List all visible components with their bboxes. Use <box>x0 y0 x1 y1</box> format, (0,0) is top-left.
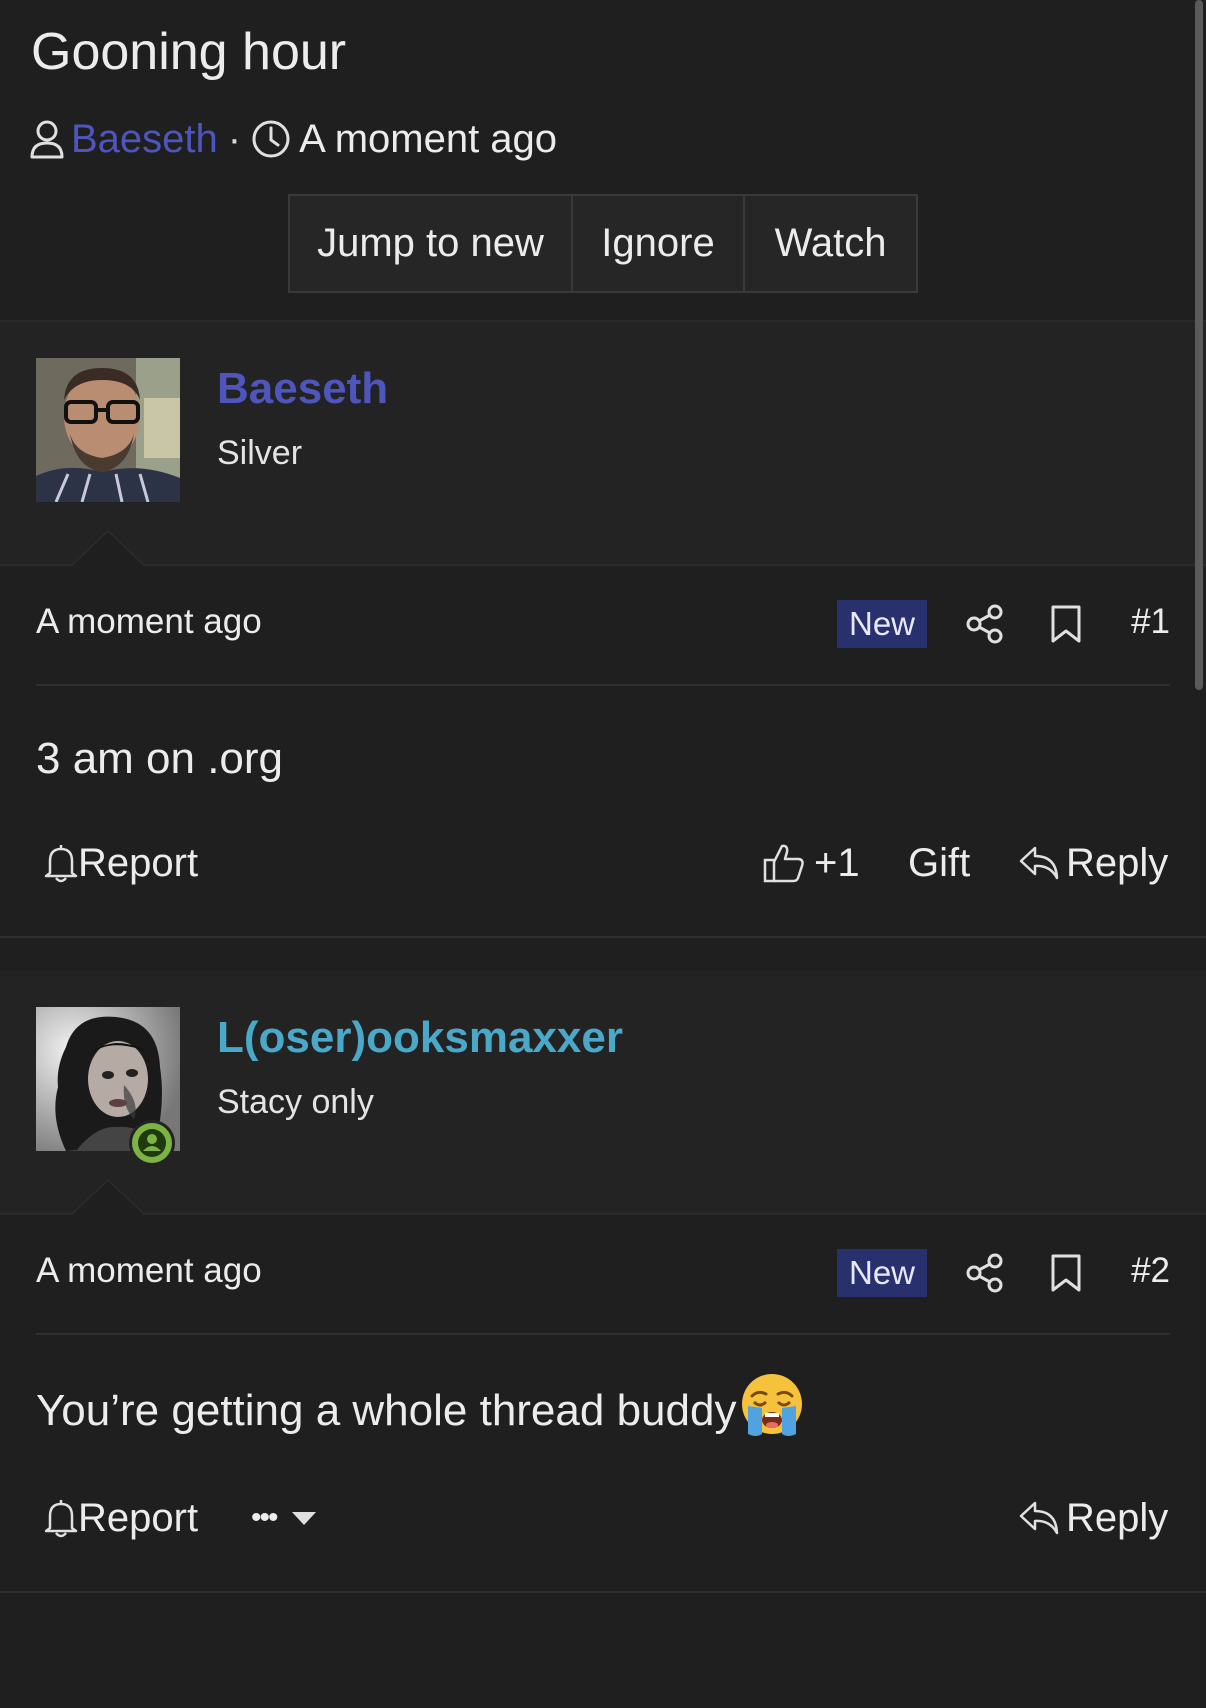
share-icon[interactable] <box>966 604 1004 649</box>
post-body-text: You’re getting a whole thread buddy <box>36 1386 737 1435</box>
post: Baeseth Silver A moment ago New #1 3 am … <box>0 322 1206 936</box>
post-divider <box>0 1591 1206 1593</box>
post-username[interactable]: L(oser)ooksmaxxer <box>217 1013 623 1063</box>
post-body: 3 am on .org <box>36 726 283 792</box>
pointer-arrow <box>72 532 144 566</box>
thread-author-link[interactable]: Baeseth <box>71 117 218 162</box>
pointer-arrow <box>72 1181 144 1215</box>
avatar[interactable] <box>36 358 180 502</box>
reply-label: Reply <box>1066 840 1169 885</box>
thread-time: A moment ago <box>299 116 558 161</box>
post-number[interactable]: #2 <box>1131 1251 1170 1291</box>
scrollbar[interactable] <box>1195 0 1203 690</box>
thread-title: Gooning hour <box>31 23 347 81</box>
post-divider <box>0 936 1206 938</box>
thumbs-up-icon <box>762 842 806 884</box>
report-label: Report <box>78 1495 199 1540</box>
online-status-icon <box>128 1119 176 1172</box>
ignore-button[interactable]: Ignore <box>573 196 745 291</box>
report-button[interactable]: Report <box>44 833 198 893</box>
thread-meta: Baeseth · A moment ago <box>29 114 557 164</box>
bookmark-icon[interactable] <box>1050 1253 1082 1298</box>
report-label: Report <box>78 840 199 885</box>
reply-icon <box>1018 844 1060 882</box>
reply-button[interactable]: Reply <box>1018 833 1168 893</box>
post-body-text: 3 am on .org <box>36 734 284 783</box>
post-footer: Report ••• Reply <box>36 1488 1170 1548</box>
watch-button[interactable]: Watch <box>745 196 916 291</box>
gift-button[interactable]: Gift <box>908 833 970 893</box>
clock-icon <box>251 119 291 159</box>
more-options-dots: ••• <box>251 1501 278 1534</box>
post-date[interactable]: A moment ago <box>36 1251 262 1291</box>
thread-header: Gooning hour Baeseth · A moment ago Jump… <box>0 0 1206 322</box>
post-number[interactable]: #1 <box>1131 602 1170 642</box>
share-icon[interactable] <box>966 1253 1004 1298</box>
post-user-block: Baeseth Silver <box>0 322 1206 566</box>
post-user-title: Silver <box>217 434 303 472</box>
post-username[interactable]: Baeseth <box>217 364 388 414</box>
new-badge: New <box>837 600 927 648</box>
reply-icon <box>1018 1499 1060 1537</box>
user-icon <box>29 119 65 159</box>
post-user-title: Stacy only <box>217 1083 374 1121</box>
like-button[interactable]: +1 <box>762 833 860 893</box>
bell-icon <box>44 843 78 883</box>
report-button[interactable]: Report <box>44 1488 198 1548</box>
like-count: +1 <box>814 840 860 885</box>
reply-label: Reply <box>1066 1495 1169 1540</box>
bookmark-icon[interactable] <box>1050 604 1082 649</box>
thread-action-group: Jump to new Ignore Watch <box>288 194 918 293</box>
post-date[interactable]: A moment ago <box>36 602 262 642</box>
caret-down-icon <box>291 1510 317 1526</box>
post-meta-row: A moment ago New #1 <box>36 564 1170 686</box>
post-footer: Report +1 Gift Reply <box>36 833 1170 893</box>
bell-icon <box>44 1498 78 1538</box>
jump-to-new-button[interactable]: Jump to new <box>290 196 573 291</box>
post-user-block: L(oser)ooksmaxxer Stacy only <box>0 971 1206 1215</box>
crying-face-emoji <box>738 1372 806 1451</box>
more-options-button[interactable]: ••• <box>251 1488 317 1548</box>
post-meta-row: A moment ago New #2 <box>36 1213 1170 1335</box>
new-badge: New <box>837 1249 927 1297</box>
meta-separator: · <box>227 116 242 161</box>
post-body: You’re getting a whole thread buddy <box>36 1371 806 1451</box>
post: L(oser)ooksmaxxer Stacy only A moment ag… <box>0 971 1206 1593</box>
reply-button[interactable]: Reply <box>1018 1488 1168 1548</box>
